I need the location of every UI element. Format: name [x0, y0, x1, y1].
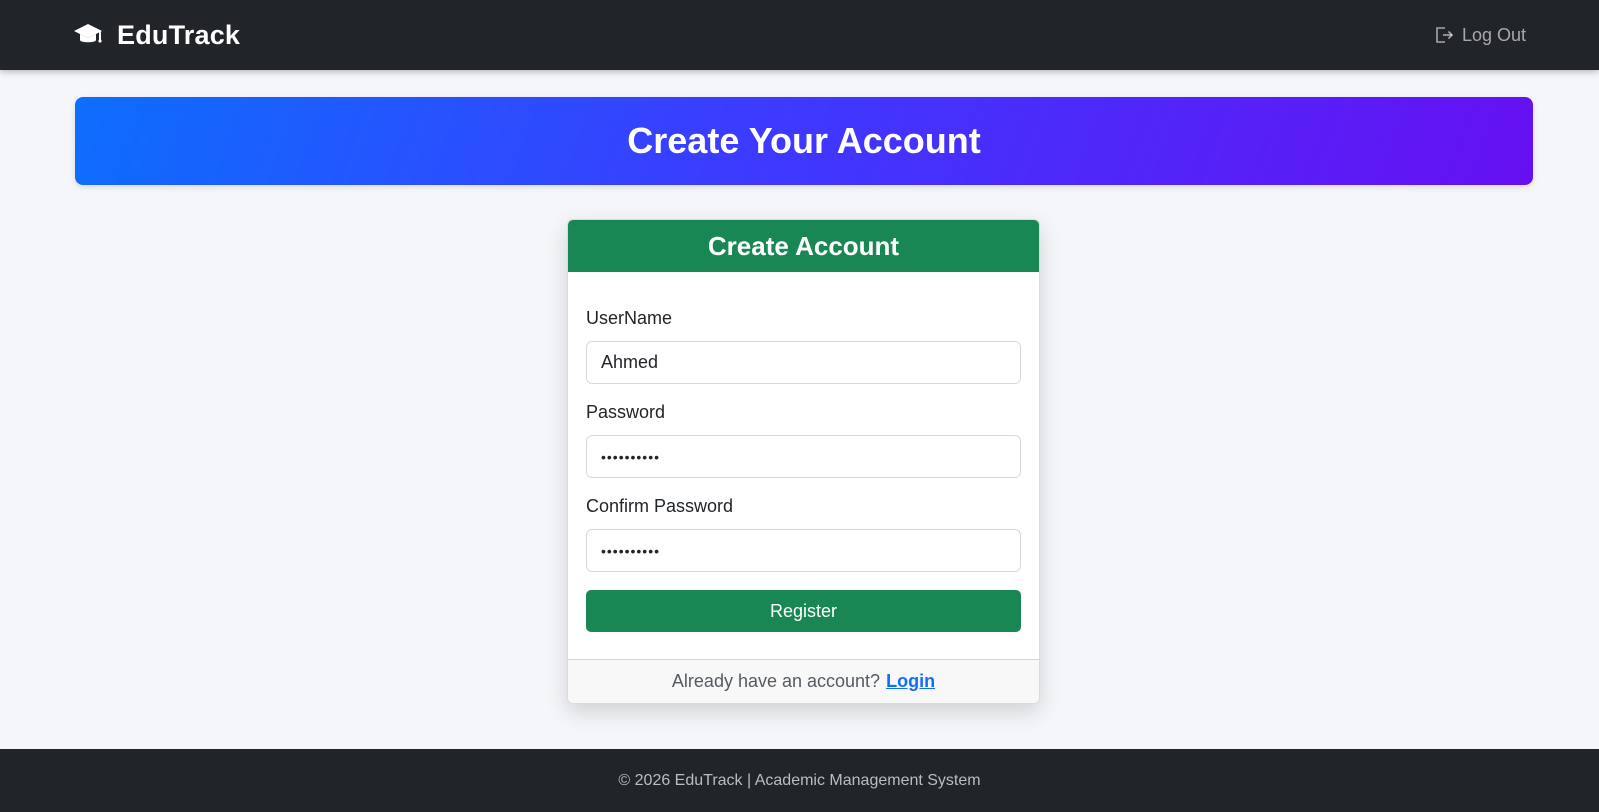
password-field-group: Password — [586, 402, 1021, 478]
brand-name: EduTrack — [117, 19, 241, 50]
page-title: Create Your Account — [627, 120, 981, 161]
password-input[interactable] — [586, 435, 1021, 478]
navbar: EduTrack Log Out — [0, 0, 1599, 70]
logout-label: Log Out — [1461, 24, 1526, 45]
card-footer: Already have an account? Login — [568, 659, 1039, 703]
footer-copyright: © 2026 EduTrack | Academic Management Sy… — [618, 771, 981, 789]
login-prompt-text: Already have an account? — [671, 671, 881, 691]
login-link[interactable]: Login — [886, 671, 935, 692]
card-title: Create Account — [707, 230, 900, 261]
logout-button[interactable]: Log Out — [1434, 0, 1526, 70]
logout-icon — [1434, 25, 1454, 45]
card-body: UserName Password Confirm Password Regis… — [568, 272, 1039, 661]
site-footer: © 2026 EduTrack | Academic Management Sy… — [0, 749, 1599, 812]
register-button[interactable]: Register — [586, 590, 1021, 632]
confirm-password-field-group: Confirm Password — [586, 496, 1021, 572]
graduation-cap-icon — [73, 22, 103, 48]
confirm-password-label: Confirm Password — [586, 496, 734, 516]
username-field-group: UserName — [586, 308, 1021, 384]
password-label: Password — [586, 402, 666, 422]
username-label: UserName — [586, 308, 673, 328]
register-card: Create Account UserName Password Confirm… — [567, 219, 1040, 704]
hero-banner: Create Your Account — [75, 97, 1533, 185]
brand-link[interactable]: EduTrack — [73, 0, 240, 70]
confirm-password-input[interactable] — [586, 529, 1021, 572]
username-input[interactable] — [586, 341, 1021, 384]
card-header: Create Account — [568, 220, 1039, 272]
